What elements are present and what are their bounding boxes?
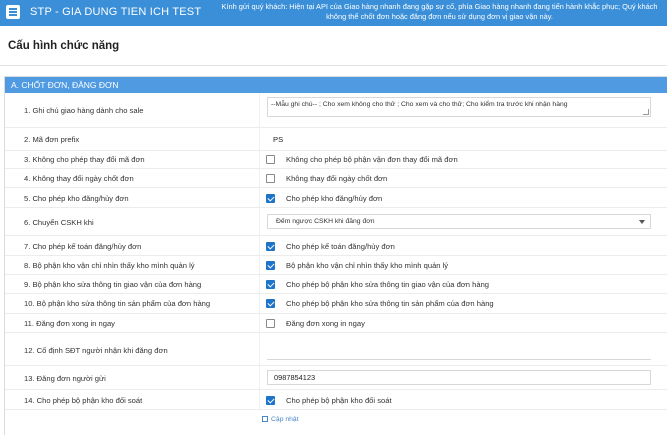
setting-row-order-prefix: 2. Mã đơn prefix PS bbox=[5, 128, 667, 151]
setting-label: 13. Đăng đơn người gửi bbox=[24, 374, 106, 383]
notice-line-1: Kính gửi quý khách: Hiện tại API của Gia… bbox=[221, 2, 658, 11]
setting-label: 4. Không thay đổi ngày chốt đơn bbox=[24, 174, 134, 183]
edit-shipping-info-checkbox[interactable] bbox=[266, 280, 275, 289]
page-title: Cấu hình chức năng bbox=[8, 40, 120, 52]
setting-row-fixed-phone: 12. Cố định SĐT người nhận khi đăng đơn bbox=[5, 333, 667, 366]
checkbox-label: Không cho phép bộ phận vận đơn thay đổi … bbox=[286, 155, 458, 164]
checkbox-label: Đăng đơn xong in ngay bbox=[286, 319, 365, 328]
setting-row-print-after-post: 11. Đăng đơn xong in ngay Đăng đơn xong … bbox=[5, 314, 667, 333]
edit-product-info-checkbox[interactable] bbox=[266, 299, 275, 308]
select-value: Đếm ngược CSKH khi đăng đơn bbox=[276, 218, 375, 225]
setting-row-lock-order-code: 3. Không cho phép thay đổi mã đơn Không … bbox=[5, 151, 667, 169]
textarea-value: --Mẫu ghi chú-- ; Cho xem không cho thử … bbox=[271, 101, 568, 108]
delivery-note-textarea[interactable]: --Mẫu ghi chú-- ; Cho xem không cho thử … bbox=[267, 97, 651, 117]
hamburger-menu-icon[interactable] bbox=[6, 5, 20, 19]
update-label: Cập nhật bbox=[271, 416, 299, 423]
notice-line-2: không thể chốt đơn hoặc đăng đơn nếu sử … bbox=[326, 12, 553, 21]
setting-label: 1. Ghi chú giao hàng dành cho sale bbox=[24, 106, 144, 115]
checkbox-label: Cho phép bộ phận kho sửa thông tin sản p… bbox=[286, 299, 494, 308]
setting-row-warehouse-reconcile: 14. Cho phép bộ phận kho đối soát Cho ph… bbox=[5, 390, 667, 410]
setting-row-lock-close-date: 4. Không thay đổi ngày chốt đơn Không th… bbox=[5, 169, 667, 188]
top-bar: STP - GIA DUNG TIEN ICH TEST Kính gửi qu… bbox=[0, 0, 667, 26]
settings-panel: A. CHỐT ĐƠN, ĐĂNG ĐƠN 1. Ghi chú giao hà… bbox=[4, 76, 667, 435]
order-prefix-input[interactable]: PS bbox=[273, 135, 283, 144]
fixed-phone-input[interactable] bbox=[267, 359, 651, 360]
save-icon bbox=[262, 416, 268, 422]
setting-label: 5. Cho phép kho đăng/hủy đơn bbox=[24, 194, 129, 203]
warehouse-post-cancel-checkbox[interactable] bbox=[266, 194, 275, 203]
setting-label: 8. Bộ phận kho vận chỉ nhìn thấy kho mìn… bbox=[24, 261, 195, 270]
checkbox-label: Cho phép kế toán đăng/hủy đơn bbox=[286, 242, 395, 251]
cskh-transfer-select[interactable]: Đếm ngược CSKH khi đăng đơn bbox=[267, 214, 651, 229]
setting-row-edit-shipping-info: 9. Bộ phận kho sửa thông tin giao vận củ… bbox=[5, 275, 667, 294]
setting-row-sender: 13. Đăng đơn người gửi 0987854123 bbox=[5, 366, 667, 390]
checkbox-label: Cho phép kho đăng/hủy đơn bbox=[286, 194, 383, 203]
accountant-post-cancel-checkbox[interactable] bbox=[266, 242, 275, 251]
setting-label: 2. Mã đơn prefix bbox=[24, 135, 80, 144]
setting-row-accountant-post-cancel: 7. Cho phép kế toán đăng/hủy đơn Cho phé… bbox=[5, 236, 667, 256]
setting-row-cskh-transfer: 6. Chuyển CSKH khi Đếm ngược CSKH khi đă… bbox=[5, 208, 667, 236]
divider bbox=[0, 65, 667, 66]
setting-row-warehouse-post-cancel: 5. Cho phép kho đăng/hủy đơn Cho phép kh… bbox=[5, 188, 667, 208]
update-button[interactable]: Cập nhật bbox=[262, 416, 299, 423]
section-header: A. CHỐT ĐƠN, ĐĂNG ĐƠN bbox=[5, 77, 667, 93]
checkbox-label: Bộ phận kho vận chỉ nhìn thấy kho mình q… bbox=[286, 261, 449, 270]
warehouse-reconcile-checkbox[interactable] bbox=[266, 396, 275, 405]
system-notice: Kính gửi quý khách: Hiện tại API của Gia… bbox=[212, 2, 667, 22]
checkbox-label: Cho phép bộ phận kho sửa thông tin giao … bbox=[286, 280, 490, 289]
setting-row-warehouse-own-only: 8. Bộ phận kho vận chỉ nhìn thấy kho mìn… bbox=[5, 256, 667, 275]
setting-label: 3. Không cho phép thay đổi mã đơn bbox=[24, 155, 145, 164]
setting-label: 14. Cho phép bộ phận kho đối soát bbox=[24, 396, 143, 405]
lock-close-date-checkbox[interactable] bbox=[266, 174, 275, 183]
warehouse-own-only-checkbox[interactable] bbox=[266, 261, 275, 270]
resize-handle-icon[interactable] bbox=[643, 109, 649, 115]
setting-label: 12. Cố định SĐT người nhận khi đăng đơn bbox=[24, 346, 168, 355]
lock-order-code-checkbox[interactable] bbox=[266, 155, 275, 164]
setting-label: 7. Cho phép kế toán đăng/hủy đơn bbox=[24, 242, 142, 251]
print-after-post-checkbox[interactable] bbox=[266, 319, 275, 328]
setting-label: 10. Bộ phận kho sửa thông tin sản phẩm c… bbox=[24, 299, 211, 308]
setting-label: 9. Bộ phận kho sửa thông tin giao vận củ… bbox=[24, 280, 202, 289]
checkbox-label: Không thay đổi ngày chốt đơn bbox=[286, 174, 388, 183]
app-title[interactable]: STP - GIA DUNG TIEN ICH TEST bbox=[30, 6, 201, 18]
chevron-down-icon[interactable] bbox=[639, 220, 645, 224]
checkbox-label: Cho phép bộ phận kho đối soát bbox=[286, 396, 392, 405]
setting-row-edit-product-info: 10. Bộ phận kho sửa thông tin sản phẩm c… bbox=[5, 294, 667, 314]
sender-phone-input[interactable]: 0987854123 bbox=[267, 370, 651, 385]
setting-label: 6. Chuyển CSKH khi bbox=[24, 218, 94, 227]
setting-label: 11. Đăng đơn xong in ngay bbox=[24, 319, 115, 328]
setting-row-delivery-note: 1. Ghi chú giao hàng dành cho sale --Mẫu… bbox=[5, 93, 667, 128]
